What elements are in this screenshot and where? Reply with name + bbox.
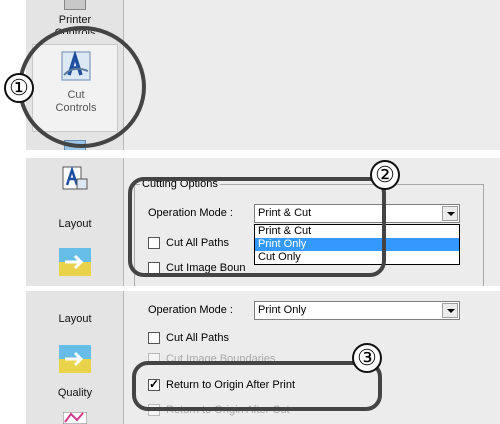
chevron-down-icon[interactable] [442, 303, 458, 318]
layout-label[interactable]: Layout [26, 218, 124, 231]
callout-highlight-3 [132, 361, 382, 411]
sidebar: Layout Quality [26, 291, 124, 424]
sidebar: Layout [26, 158, 124, 286]
panel-return-to-origin: Layout Quality Operation Mode : Print On… [0, 291, 500, 424]
printer-controls-icon[interactable] [64, 0, 86, 10]
divider [0, 150, 500, 158]
operation-mode-value: Print Only [258, 304, 307, 316]
quality-label[interactable]: Quality [26, 387, 124, 400]
quality-icon[interactable] [63, 412, 87, 424]
panel-cutting-options: Layout Cutting Options Operation Mode : … [0, 158, 500, 286]
next-step-icon[interactable] [59, 345, 91, 373]
layout-label[interactable]: Layout [26, 313, 124, 326]
operation-mode-label: Operation Mode : [148, 304, 233, 316]
callout-number-2: ② [370, 160, 400, 190]
callout-highlight-1 [18, 26, 146, 148]
callout-highlight-2 [128, 177, 386, 277]
next-step-icon[interactable] [59, 248, 91, 276]
cut-all-paths-label[interactable]: Cut All Paths [166, 332, 229, 344]
callout-number-1: ① [4, 73, 34, 103]
cut-all-paths-checkbox[interactable] [148, 332, 160, 344]
chevron-down-icon[interactable] [442, 206, 458, 221]
operation-mode-select[interactable]: Print Only [254, 301, 460, 320]
panel-cut-controls: Printer Controls Cut Controls ① [0, 0, 500, 150]
layout-icon[interactable] [62, 166, 88, 192]
callout-number-3: ③ [352, 343, 382, 373]
content-area [124, 0, 500, 150]
